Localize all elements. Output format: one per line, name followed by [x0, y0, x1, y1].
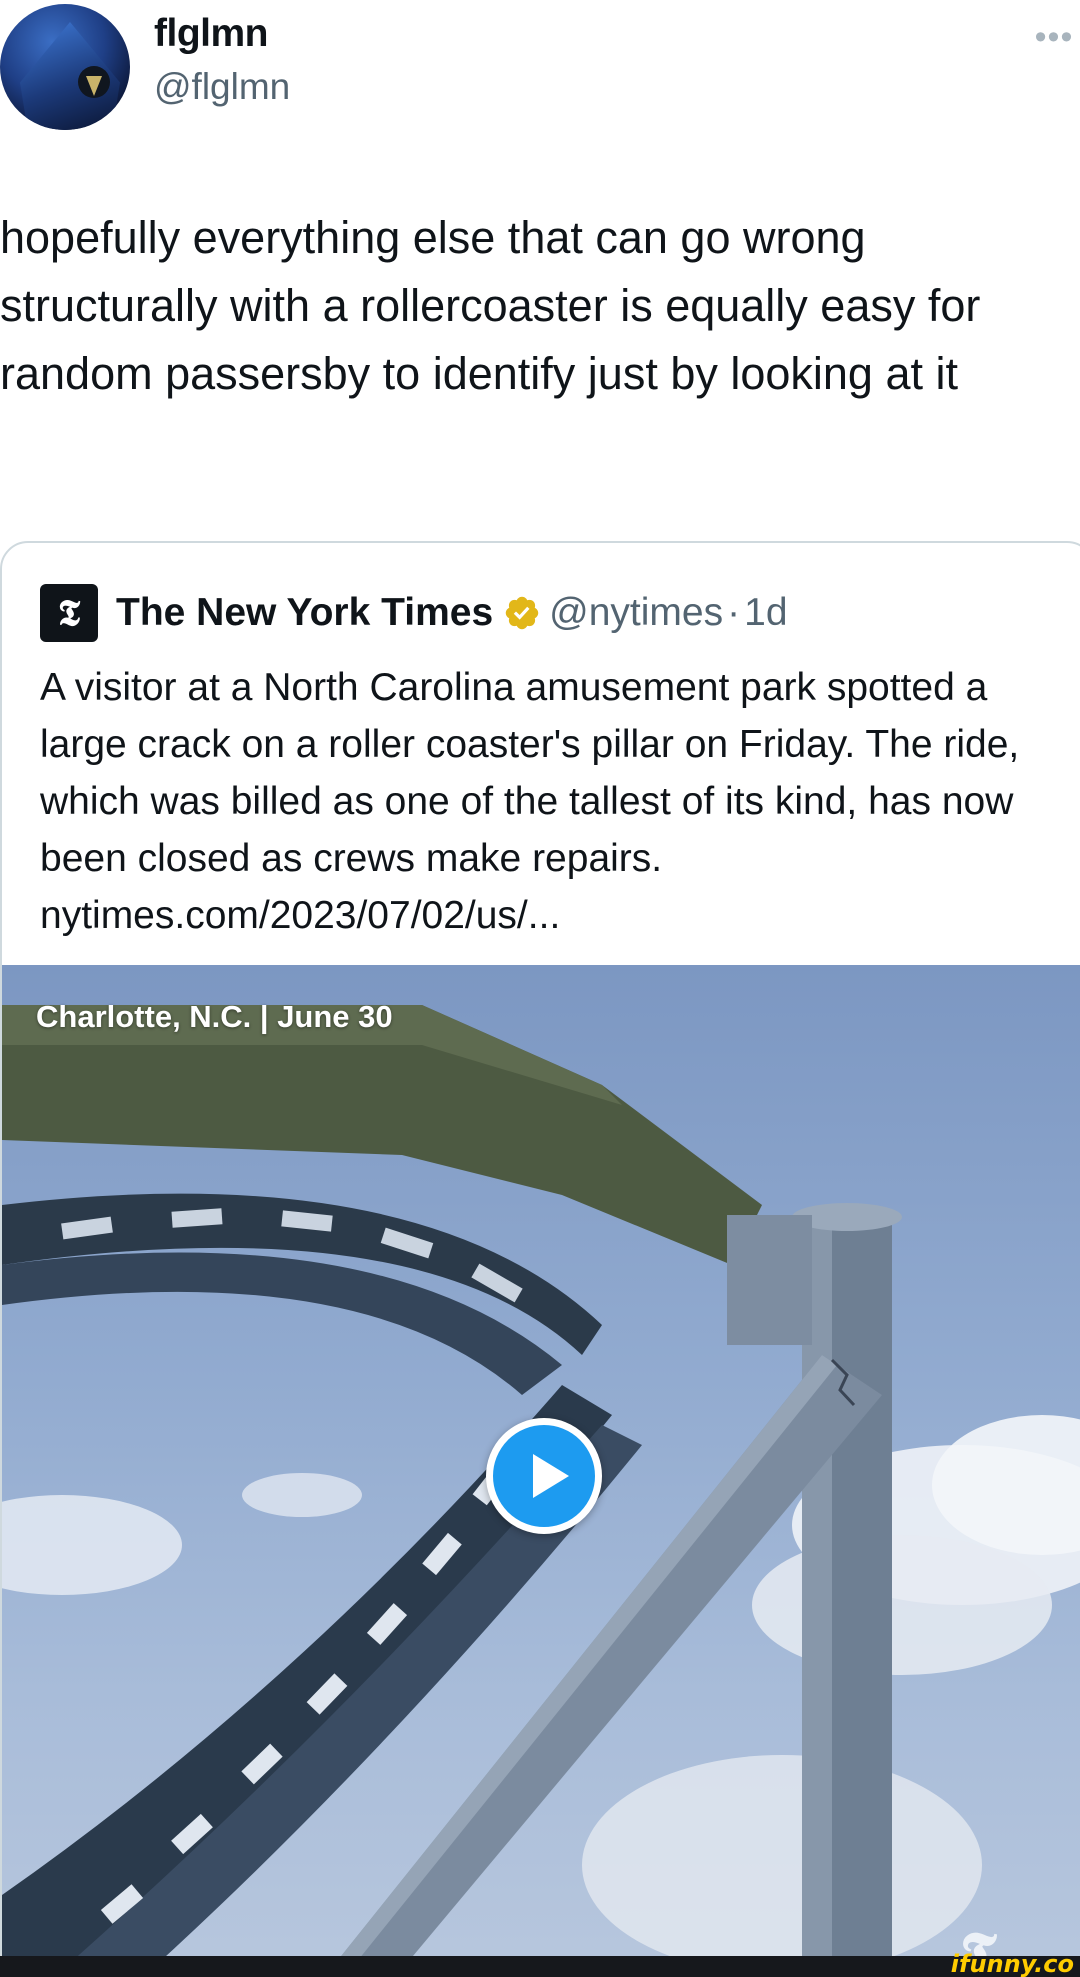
video-thumbnail[interactable]: Charlotte, N.C. | June 30 𝕿 — [2, 965, 1080, 1977]
more-options-icon[interactable]: ••• — [1032, 20, 1076, 54]
dot-separator: · — [727, 591, 741, 634]
quoted-tweet-card[interactable]: 𝕿 The New York Times @nytimes · 1d A vis… — [0, 541, 1080, 1977]
ifunny-logo: ifunny.co — [950, 1950, 1074, 1977]
tweet-text: hopefully everything else that can go wr… — [0, 212, 981, 399]
verified-badge-icon — [505, 596, 539, 630]
author-avatar[interactable] — [0, 4, 130, 130]
nyt-logo-icon[interactable]: 𝕿 — [40, 584, 98, 642]
quoted-tweet-text: A visitor at a North Carolina amusement … — [40, 666, 1020, 937]
quoted-tweet-timestamp[interactable]: 1d — [744, 591, 787, 635]
play-icon — [533, 1454, 569, 1498]
video-caption: Charlotte, N.C. | June 30 — [36, 999, 393, 1034]
footer-bar — [0, 1956, 1080, 1977]
play-button[interactable] — [486, 1418, 602, 1534]
quoted-tweet-header: 𝕿 The New York Times @nytimes · 1d — [40, 583, 788, 643]
author-display-name[interactable]: flglmn — [154, 12, 268, 56]
quoted-author-handle[interactable]: @nytimes — [549, 591, 723, 635]
author-handle[interactable]: @flglmn — [154, 66, 290, 108]
quoted-author-name[interactable]: The New York Times — [116, 591, 493, 635]
